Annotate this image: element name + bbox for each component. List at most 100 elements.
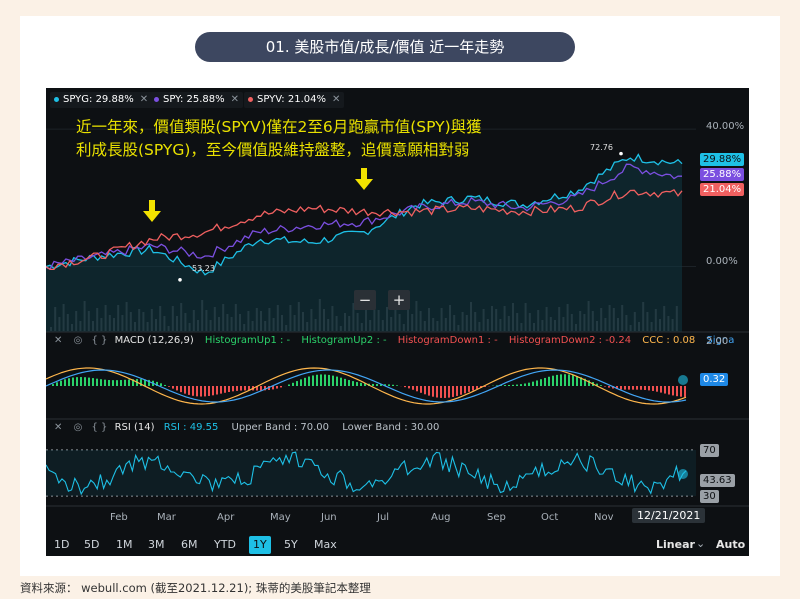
timeframe-6m[interactable]: 6M: [177, 536, 202, 554]
zoom-out-button[interactable]: −: [354, 290, 376, 310]
legend-dot-spy: [154, 96, 159, 102]
macd-histogram-bar: [680, 386, 682, 397]
timeframe-5d[interactable]: 5D: [80, 536, 103, 554]
close-icon[interactable]: ✕: [332, 94, 340, 105]
close-icon[interactable]: ✕: [54, 335, 62, 346]
macd-histogram-bar: [176, 386, 178, 391]
macd-histogram-bar: [376, 384, 378, 386]
low-marker-label: 53.23: [192, 264, 215, 273]
macd-histogram-bar: [324, 374, 326, 386]
macd-histogram-bar: [540, 379, 542, 386]
macd-histup2: HistogramUp2 : -: [301, 335, 387, 346]
legend-item-spy[interactable]: SPY: 25.88% ✕: [150, 92, 244, 108]
macd-histogram-bar: [196, 386, 198, 397]
macd-histogram-bar: [520, 384, 522, 386]
macd-histogram-bar: [524, 383, 526, 386]
macd-histogram-bar: [548, 376, 550, 386]
macd-histogram-bar: [572, 375, 574, 386]
macd-histogram-bar: [444, 386, 446, 398]
macd-histogram-bar: [84, 377, 86, 386]
macd-histogram-bar: [204, 386, 206, 397]
macd-histogram-bar: [660, 386, 662, 393]
timeframe-5y[interactable]: 5Y: [280, 536, 302, 554]
timeframe-1y[interactable]: 1Y: [249, 536, 271, 554]
macd-histogram-bar: [104, 379, 106, 386]
macd-histogram-bar: [568, 374, 570, 386]
macd-histogram-bar: [564, 374, 566, 386]
timeframe-max[interactable]: Max: [310, 536, 341, 554]
legend: SPYG: 29.88% ✕ SPY: 25.88% ✕ SPYV: 21.04% ✕: [46, 88, 749, 112]
settings-icon[interactable]: { }: [92, 422, 108, 433]
macd-histogram-bar: [636, 386, 638, 390]
macd-histogram-bar: [236, 386, 238, 391]
macd-histdown1: HistogramDown1 : -: [397, 335, 498, 346]
scale-mode-select[interactable]: Linear: [656, 538, 695, 551]
macd-histogram-bar: [72, 377, 74, 386]
eye-icon[interactable]: ◎: [74, 335, 83, 346]
page-title: 01. 美股市值/成長/價值 近一年走勢: [195, 32, 575, 62]
price-tag-spyg: 29.88%: [700, 153, 745, 166]
macd-histogram-bar: [60, 380, 62, 386]
macd-histogram-bar: [116, 380, 118, 386]
macd-histogram-bar: [172, 386, 174, 389]
legend-label-spyg: SPYG: 29.88%: [63, 94, 134, 105]
macd-histogram-bar: [224, 386, 226, 393]
macd-histogram-bar: [68, 378, 70, 386]
timeframe-1m[interactable]: 1M: [112, 536, 137, 554]
source-caption: 資料來源： webull.com (截至2021.12.21); 珠蒂的美股筆記…: [20, 581, 371, 595]
macd-histogram-bar: [576, 375, 578, 386]
macd-histogram-bar: [676, 386, 678, 397]
macd-histogram-bar: [296, 381, 298, 386]
macd-histogram-bar: [372, 383, 374, 386]
timeframe-1d[interactable]: 1D: [50, 536, 73, 554]
macd-histogram-bar: [280, 386, 282, 388]
macd-histogram-bar: [64, 379, 66, 386]
macd-histogram-bar: [648, 386, 650, 391]
macd-histogram-bar: [536, 380, 538, 386]
close-icon[interactable]: ✕: [140, 94, 148, 105]
macd-axis-top: 2.00: [706, 336, 729, 347]
macd-histogram-bar: [392, 384, 394, 386]
legend-dot-spyv: [248, 96, 253, 102]
macd-histogram-bar: [356, 382, 358, 386]
rsi-tag-value: 43.63: [700, 474, 735, 487]
macd-histogram-bar: [668, 386, 670, 395]
macd-histogram-bar: [512, 384, 514, 386]
price-tag-spy: 25.88%: [700, 168, 745, 181]
macd-histogram-bar: [408, 386, 410, 389]
price-axis-mid: 0.00%: [706, 256, 738, 267]
close-icon[interactable]: ✕: [54, 422, 62, 433]
macd-histogram-bar: [420, 386, 422, 393]
macd-histdown2: HistogramDown2 : -0.24: [508, 335, 632, 346]
zoom-in-button[interactable]: +: [388, 290, 410, 310]
macd-histogram-bar: [88, 377, 90, 386]
macd-histogram-bar: [208, 386, 210, 396]
eye-icon[interactable]: ◎: [74, 422, 83, 433]
macd-histogram-bar: [300, 379, 302, 386]
macd-histogram-bar: [232, 386, 234, 392]
x-tick-label: Apr: [217, 512, 235, 523]
legend-label-spyv: SPYV: 21.04%: [257, 94, 326, 105]
macd-histogram-bar: [424, 386, 426, 395]
auto-scale-button[interactable]: Auto: [716, 538, 745, 551]
timeframe-3m[interactable]: 3M: [144, 536, 169, 554]
macd-histogram-bar: [304, 377, 306, 386]
macd-histogram-bar: [316, 374, 318, 386]
settings-icon[interactable]: { }: [92, 335, 108, 346]
close-icon[interactable]: ✕: [231, 94, 239, 105]
timeframe-ytd[interactable]: YTD: [210, 536, 240, 554]
macd-value-tag: 0.32: [700, 373, 729, 386]
legend-item-spyg[interactable]: SPYG: 29.88% ✕: [50, 92, 153, 108]
macd-histogram-bar: [56, 382, 58, 386]
macd-histogram-bar: [472, 386, 474, 391]
macd-histogram-bar: [556, 374, 558, 386]
macd-histogram-bar: [212, 386, 214, 396]
chevron-down-icon[interactable]: ⌄: [696, 537, 705, 550]
macd-histogram-bar: [260, 386, 262, 391]
x-tick-label: Feb: [110, 512, 128, 523]
macd-histogram-bar: [684, 386, 686, 397]
x-tick-label: Nov: [594, 512, 614, 523]
macd-histogram-bar: [120, 380, 122, 386]
x-tick-label: Sep: [487, 512, 506, 523]
legend-item-spyv[interactable]: SPYV: 21.04% ✕: [244, 92, 345, 108]
